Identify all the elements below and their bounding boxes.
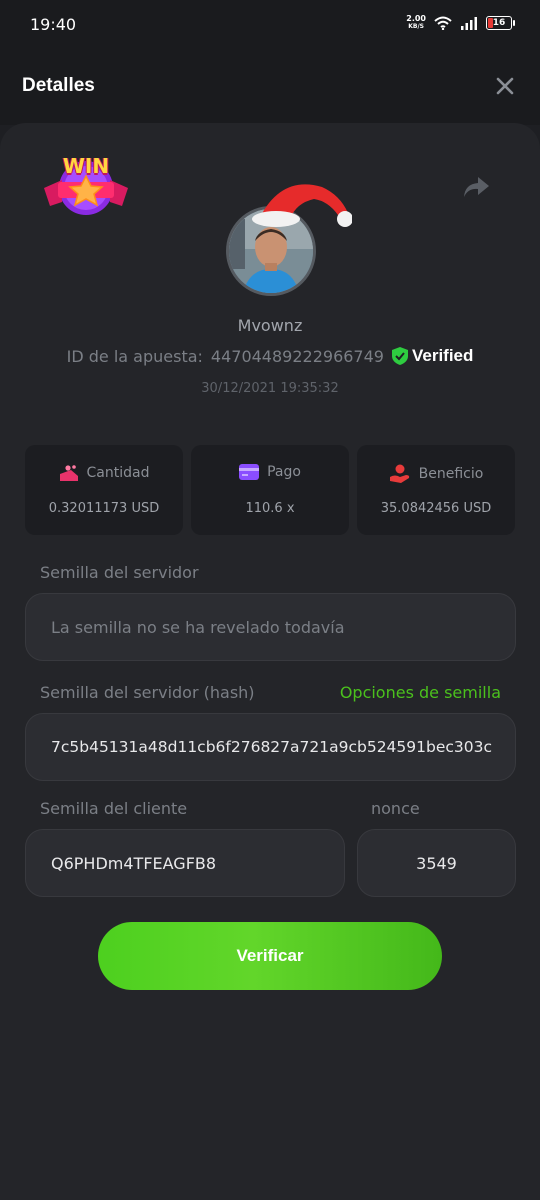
server-seed-hash-field[interactable]: 7c5b45131a48d11cb6f276827a721a9cb524591b… — [25, 713, 516, 781]
network-speed-value: 2.00 — [406, 14, 426, 23]
stat-profit: Beneficio 35.0842456 USD — [357, 445, 515, 535]
page-title: Detalles — [22, 75, 95, 96]
win-badge: WIN — [40, 150, 132, 222]
signal-icon — [461, 17, 477, 30]
battery-level: 16 — [492, 18, 506, 28]
stat-payout: Pago 110.6 x — [191, 445, 349, 535]
verified-label: Verified — [411, 346, 474, 365]
bet-id-row: ID de la apuesta: 44704489222966749 Veri… — [0, 346, 540, 366]
server-seed-field[interactable]: La semilla no se ha revelado todavía — [25, 593, 516, 661]
client-seed-label: Semilla del cliente — [40, 799, 188, 818]
status-bar: 19:40 2.00 KB/S 16 — [0, 0, 540, 50]
server-seed-hash-label: Semilla del servidor (hash) — [40, 683, 255, 702]
bet-id-label: ID de la apuesta: — [66, 346, 203, 366]
stat-payout-label: Pago — [267, 464, 301, 480]
client-seed-field[interactable]: Q6PHDm4TFEAGFB8 — [25, 829, 345, 897]
profit-hand-icon — [389, 464, 409, 483]
nonce-value: 3549 — [416, 853, 457, 873]
network-speed: 2.00 KB/S — [406, 15, 426, 31]
verify-button[interactable]: Verificar — [98, 922, 442, 990]
nonce-label: nonce — [371, 799, 420, 818]
shield-check-icon — [391, 347, 408, 365]
stat-payout-value: 110.6 x — [245, 501, 295, 516]
status-time: 19:40 — [30, 15, 77, 34]
bet-datetime: 30/12/2021 19:35:32 — [201, 381, 339, 396]
santa-hat-icon — [252, 184, 352, 227]
seed-options-link[interactable]: Opciones de semilla — [340, 683, 501, 702]
verify-button-label: Verificar — [236, 946, 304, 965]
nonce-field[interactable]: 3549 — [357, 829, 516, 897]
network-speed-unit: KB/S — [408, 23, 424, 30]
username: Mvownz — [237, 316, 303, 335]
wifi-icon — [434, 16, 452, 30]
verified-badge: Verified — [391, 346, 474, 366]
client-seed-value: Q6PHDm4TFEAGFB8 — [51, 853, 217, 873]
payout-card-icon — [239, 464, 260, 480]
stat-profit-value: 35.0842456 USD — [380, 501, 492, 516]
close-icon[interactable] — [494, 75, 516, 97]
server-seed-label: Semilla del servidor — [40, 563, 199, 582]
status-icons: 2.00 KB/S 16 — [406, 15, 515, 31]
win-badge-label: WIN — [62, 154, 110, 178]
amount-icon — [59, 465, 78, 481]
stat-amount-label: Cantidad — [86, 465, 150, 481]
server-seed-hash-value: 7c5b45131a48d11cb6f276827a721a9cb524591b… — [51, 738, 493, 756]
share-icon[interactable] — [462, 175, 490, 199]
server-seed-value: La semilla no se ha revelado todavía — [51, 617, 345, 637]
stat-profit-label: Beneficio — [418, 466, 484, 482]
stat-amount-value: 0.32011173 USD — [48, 501, 160, 516]
battery-icon: 16 — [486, 16, 515, 30]
avatar-group — [222, 175, 352, 300]
bet-id-value: 44704489222966749 — [210, 346, 384, 366]
header: Detalles — [0, 50, 540, 125]
stat-amount: Cantidad 0.32011173 USD — [25, 445, 183, 535]
